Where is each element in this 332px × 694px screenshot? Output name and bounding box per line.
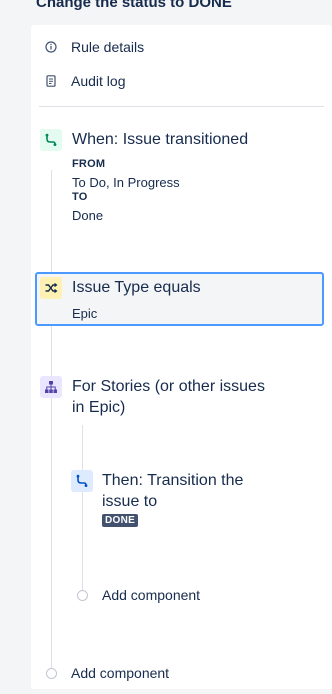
trigger-from-value: To Do, In Progress xyxy=(72,175,180,190)
add-component-outer-label: Add component xyxy=(71,665,170,681)
add-node-icon xyxy=(46,667,57,679)
add-component-outer-button[interactable]: Add component xyxy=(46,663,169,683)
flow-line xyxy=(51,170,52,672)
menu-divider xyxy=(39,106,324,107)
branch-title-line1: For Stories (or other issues xyxy=(72,378,265,395)
rule-panel: Rule details Audit log When: Issue trans… xyxy=(31,25,332,689)
info-icon xyxy=(45,41,57,53)
document-icon xyxy=(45,75,57,87)
rule-title: Change the status to DONE xyxy=(36,0,232,11)
rule-details-link[interactable]: Rule details xyxy=(45,36,144,58)
trigger-to-value: Done xyxy=(72,208,104,223)
branch-flow-line xyxy=(82,425,83,593)
status-lozenge-done: DONE xyxy=(102,514,139,527)
audit-log-label: Audit log xyxy=(71,73,126,89)
rule-details-label: Rule details xyxy=(71,39,145,55)
action-title-line1: Then: Transition the xyxy=(102,472,244,489)
trigger-to-label: TO xyxy=(72,191,88,203)
condition-value: Epic xyxy=(72,306,98,321)
action-title-line2: issue to xyxy=(102,493,158,510)
trigger-icon xyxy=(40,129,62,151)
shuffle-icon xyxy=(40,277,62,299)
transition-icon xyxy=(71,470,93,492)
condition-component[interactable]: Issue Type equals Epic xyxy=(35,272,324,326)
hierarchy-icon xyxy=(40,376,62,398)
branch-title-line2: in Epic) xyxy=(72,399,126,416)
trigger-from-label: FROM xyxy=(72,158,106,170)
add-node-icon xyxy=(77,589,88,601)
add-component-inner-button[interactable]: Add component xyxy=(77,585,200,605)
rule-editor-page: Change the status to DONE Rule details A… xyxy=(0,0,332,694)
add-component-inner-label: Add component xyxy=(102,587,201,603)
trigger-title: When: Issue transitioned xyxy=(72,131,249,148)
condition-title: Issue Type equals xyxy=(72,279,201,296)
audit-log-link[interactable]: Audit log xyxy=(45,70,125,92)
